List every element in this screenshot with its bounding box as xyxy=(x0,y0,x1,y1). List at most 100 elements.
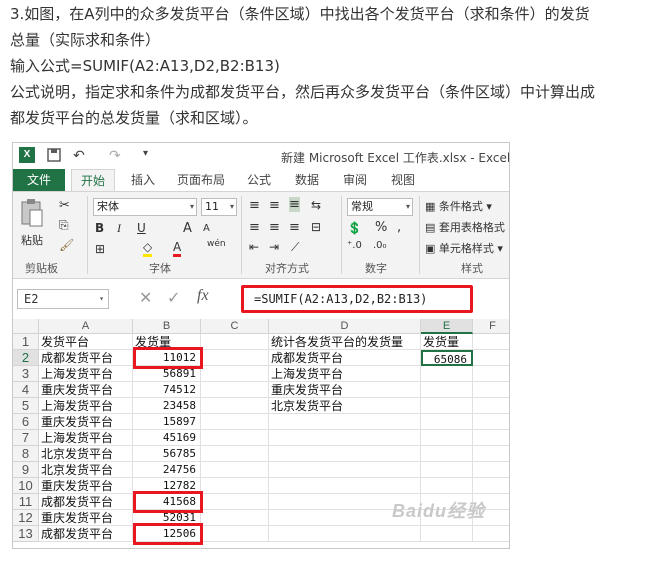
cell-c5[interactable] xyxy=(201,398,269,414)
column-header-a[interactable]: A xyxy=(39,319,133,334)
merge-center-icon[interactable]: ⊟ xyxy=(311,220,321,234)
cell-c1[interactable] xyxy=(201,334,269,350)
cell-a4[interactable]: 重庆发货平台 xyxy=(39,382,133,398)
cell-f2[interactable] xyxy=(473,350,509,366)
cell-c11[interactable] xyxy=(201,494,269,510)
cell-b8[interactable]: 56785 xyxy=(133,446,201,462)
cell-a3[interactable]: 上海发货平台 xyxy=(39,366,133,382)
comma-button[interactable]: , xyxy=(397,220,401,235)
italic-button[interactable]: I xyxy=(117,221,121,236)
row-header[interactable]: 7 xyxy=(13,430,39,446)
increase-decimal-icon[interactable]: ⁺.0 xyxy=(347,240,362,251)
select-all-corner[interactable] xyxy=(13,319,39,334)
row-header[interactable]: 8 xyxy=(13,446,39,462)
cell-e9[interactable] xyxy=(421,462,473,478)
cell-a10[interactable]: 重庆发货平台 xyxy=(39,478,133,494)
customize-qat-icon[interactable]: ▾ xyxy=(143,148,148,159)
font-color-icon[interactable]: A xyxy=(173,240,182,257)
font-size-select[interactable]: 11 ▾ xyxy=(201,198,237,216)
fill-color-icon[interactable]: ◇ xyxy=(143,240,153,257)
cell-f5[interactable] xyxy=(473,398,509,414)
tab-home[interactable]: 开始 xyxy=(71,169,115,191)
cell-f1[interactable] xyxy=(473,334,509,350)
cell-d9[interactable] xyxy=(269,462,421,478)
format-painter-icon[interactable]: 🖌 xyxy=(59,238,74,252)
cell-e5[interactable] xyxy=(421,398,473,414)
cell-c4[interactable] xyxy=(201,382,269,398)
cell-c9[interactable] xyxy=(201,462,269,478)
cell-e6[interactable] xyxy=(421,414,473,430)
phonetic-icon[interactable]: wén xyxy=(207,239,226,249)
cell-b4[interactable]: 74512 xyxy=(133,382,201,398)
cell-c6[interactable] xyxy=(201,414,269,430)
cell-a7[interactable]: 上海发货平台 xyxy=(39,430,133,446)
row-header[interactable]: 5 xyxy=(13,398,39,414)
format-as-table-button[interactable]: ▤ 套用表格格式 xyxy=(425,219,505,235)
cancel-icon[interactable]: ✕ xyxy=(139,288,152,307)
cell-f6[interactable] xyxy=(473,414,509,430)
undo-icon[interactable]: ↶ xyxy=(73,148,85,164)
selected-cell-e2[interactable]: 65086 xyxy=(421,350,473,366)
cut-icon[interactable]: ✂ xyxy=(59,198,70,213)
cell-a5[interactable]: 上海发货平台 xyxy=(39,398,133,414)
cell-d8[interactable] xyxy=(269,446,421,462)
cell-f13[interactable] xyxy=(473,526,509,542)
align-right-icon[interactable]: ≡ xyxy=(289,220,300,235)
align-top-icon[interactable]: ≡ xyxy=(249,198,260,213)
cell-d2[interactable]: 成都发货平台 xyxy=(269,350,421,366)
cell-a12[interactable]: 重庆发货平台 xyxy=(39,510,133,526)
cell-c10[interactable] xyxy=(201,478,269,494)
tab-data[interactable]: 数据 xyxy=(289,169,325,191)
cell-f10[interactable] xyxy=(473,478,509,494)
row-header[interactable]: 1 xyxy=(13,334,39,350)
align-bottom-icon[interactable]: ≡ xyxy=(289,197,300,212)
copy-icon[interactable]: ⎘ xyxy=(59,218,69,233)
orientation-icon[interactable]: ⟋ xyxy=(291,240,299,255)
cell-c13[interactable] xyxy=(201,526,269,542)
currency-icon[interactable]: 💲 xyxy=(347,221,362,235)
tab-review[interactable]: 审阅 xyxy=(337,169,373,191)
increase-indent-icon[interactable]: ⇥ xyxy=(269,240,279,254)
cell-a1[interactable]: 发货平台 xyxy=(39,334,133,350)
cell-e1[interactable]: 发货量 xyxy=(421,334,473,350)
cell-b5[interactable]: 23458 xyxy=(133,398,201,414)
cell-f7[interactable] xyxy=(473,430,509,446)
row-header[interactable]: 10 xyxy=(13,478,39,494)
cell-f8[interactable] xyxy=(473,446,509,462)
number-format-select[interactable]: 常规 ▾ xyxy=(347,198,413,216)
cell-e4[interactable] xyxy=(421,382,473,398)
cell-c3[interactable] xyxy=(201,366,269,382)
cell-e8[interactable] xyxy=(421,446,473,462)
column-header-c[interactable]: C xyxy=(201,319,269,334)
redo-icon[interactable]: ↷ xyxy=(109,148,121,164)
row-header[interactable]: 12 xyxy=(13,510,39,526)
tab-view[interactable]: 视图 xyxy=(385,169,421,191)
wrap-text-icon[interactable]: ⇆ xyxy=(311,198,321,212)
name-box[interactable]: E2 ▾ xyxy=(17,289,109,309)
row-header[interactable]: 11 xyxy=(13,494,39,510)
cell-styles-button[interactable]: ▣ 单元格样式 ▾ xyxy=(425,240,503,256)
borders-icon[interactable]: ⊞ xyxy=(95,242,105,256)
tab-formulas[interactable]: 公式 xyxy=(241,169,277,191)
cell-c7[interactable] xyxy=(201,430,269,446)
row-header[interactable]: 2 xyxy=(13,350,39,366)
column-header-d[interactable]: D xyxy=(269,319,421,334)
cell-d7[interactable] xyxy=(269,430,421,446)
cell-b9[interactable]: 24756 xyxy=(133,462,201,478)
cell-e7[interactable] xyxy=(421,430,473,446)
tab-page-layout[interactable]: 页面布局 xyxy=(173,169,229,191)
enter-icon[interactable]: ✓ xyxy=(167,288,180,307)
decrease-indent-icon[interactable]: ⇤ xyxy=(249,240,259,254)
cell-d4[interactable]: 重庆发货平台 xyxy=(269,382,421,398)
row-header[interactable]: 6 xyxy=(13,414,39,430)
cell-f9[interactable] xyxy=(473,462,509,478)
bold-button[interactable]: B xyxy=(95,221,104,235)
percent-button[interactable]: % xyxy=(375,220,387,235)
cell-c2[interactable] xyxy=(201,350,269,366)
row-header[interactable]: 4 xyxy=(13,382,39,398)
row-header[interactable]: 13 xyxy=(13,526,39,542)
decrease-decimal-icon[interactable]: .0₀ xyxy=(373,240,387,251)
cell-a9[interactable]: 北京发货平台 xyxy=(39,462,133,478)
insert-function-icon[interactable]: fx xyxy=(197,287,209,305)
cell-a8[interactable]: 北京发货平台 xyxy=(39,446,133,462)
